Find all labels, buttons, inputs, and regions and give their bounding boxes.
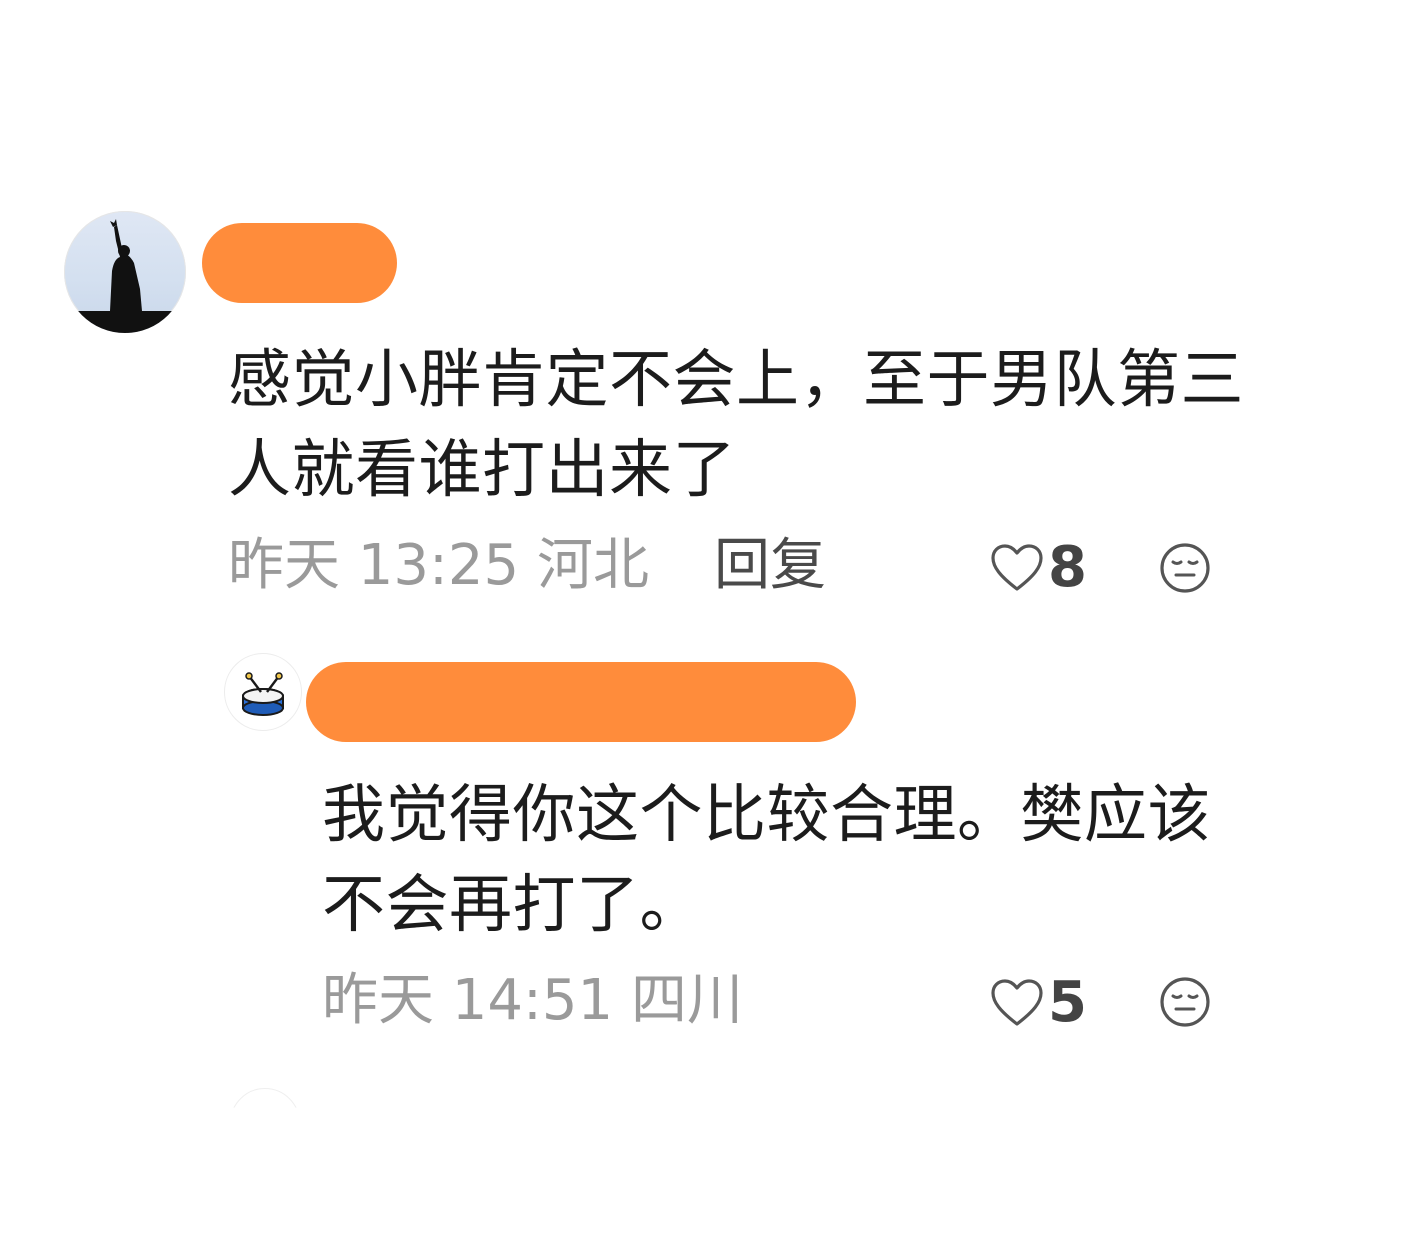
silhouette-avatar-image	[64, 219, 186, 333]
comment-time: 昨天 13:25	[228, 533, 520, 598]
reply-meta: 昨天 14:51 四川	[322, 965, 743, 1037]
heart-outline-icon	[991, 544, 1043, 591]
like-count: 8	[1048, 535, 1087, 600]
reply-like-button[interactable]: 5	[990, 967, 1087, 1039]
reply-button[interactable]: 回复	[714, 530, 826, 602]
comment-meta: 昨天 13:25 河北	[228, 530, 649, 602]
comment-text: 感觉小胖肯定不会上，至于男队第三人就看谁打出来了	[228, 343, 1244, 506]
reaction-button[interactable]	[1159, 542, 1211, 594]
reply-text: 我觉得你这个比较合理。樊应该不会再打了。	[322, 778, 1211, 941]
reply-location: 四川	[631, 968, 743, 1033]
neutral-face-icon	[1160, 977, 1210, 1027]
reply-avatar[interactable]	[224, 653, 302, 731]
reply-time: 昨天 14:51	[322, 968, 614, 1033]
heart-outline-icon	[991, 979, 1043, 1026]
username-redacted[interactable]	[202, 223, 397, 303]
like-button[interactable]: 8	[990, 532, 1087, 604]
reply-username-redacted[interactable]	[306, 662, 856, 742]
next-reply-avatar[interactable]	[230, 1088, 300, 1108]
reply-reaction-button[interactable]	[1159, 976, 1211, 1028]
comment-location: 河北	[537, 533, 649, 598]
neutral-face-icon	[1160, 543, 1210, 593]
reply-like-count: 5	[1048, 970, 1087, 1035]
commenter-avatar[interactable]	[64, 211, 186, 333]
drum-avatar-image	[242, 672, 284, 716]
